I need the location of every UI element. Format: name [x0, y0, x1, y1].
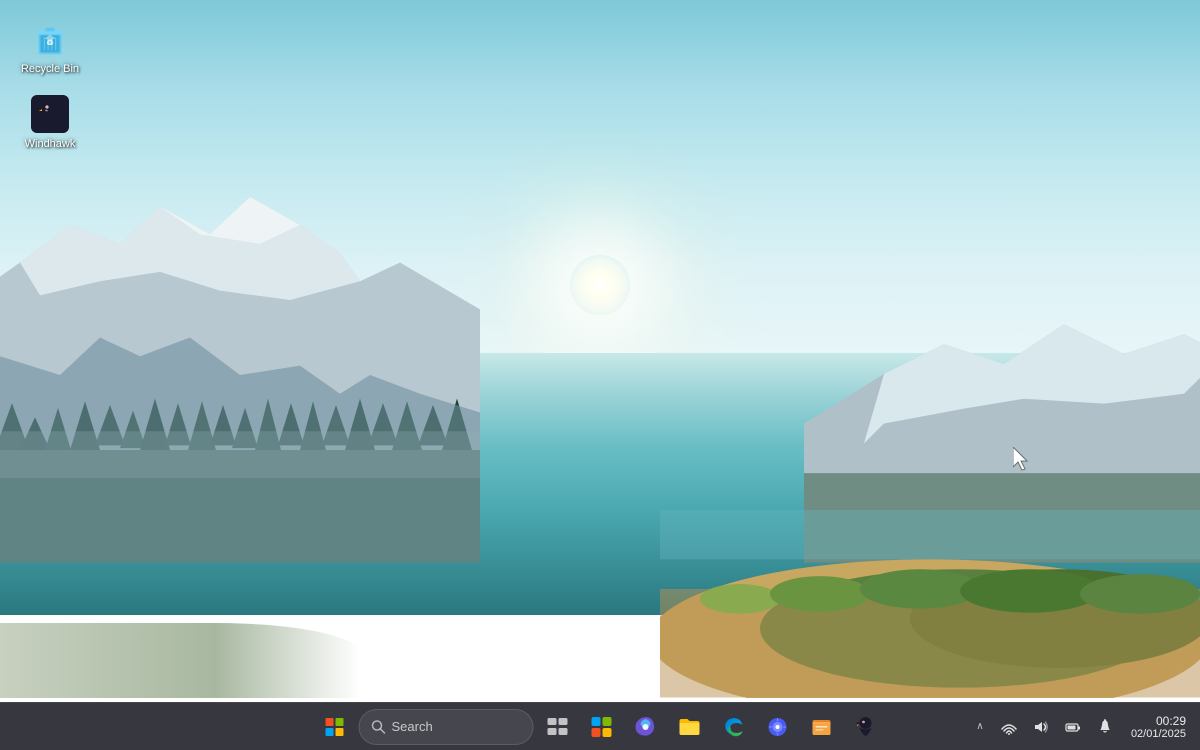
copilot2-icon	[766, 715, 790, 739]
widgets-icon	[590, 715, 614, 739]
search-icon	[372, 720, 386, 734]
clock-date: 02/01/2025	[1131, 728, 1186, 740]
search-label: Search	[392, 719, 433, 734]
windhawk-taskbar-icon	[854, 715, 878, 739]
network-icon-button[interactable]	[994, 709, 1024, 745]
win-tile-2	[336, 718, 344, 726]
shore-left	[0, 623, 360, 698]
notification-icon	[1097, 719, 1113, 735]
copilot-icon	[634, 715, 658, 739]
recycle-bin-image: ♻	[30, 19, 70, 59]
desktop: ♻ Recycle Bin	[0, 0, 1200, 750]
desktop-icons: ♻ Recycle Bin	[15, 15, 85, 155]
start-button[interactable]	[315, 707, 355, 747]
windhawk-taskbar-button[interactable]	[846, 707, 886, 747]
edge-icon	[722, 715, 746, 739]
sound-icon-button[interactable]	[1026, 709, 1056, 745]
show-hidden-icons-button[interactable]: ∧	[968, 709, 992, 745]
clock-time: 00:29	[1156, 714, 1186, 728]
marsh-grassland	[660, 510, 1200, 698]
file-explorer-icon	[678, 715, 702, 739]
taskbar-center: Search	[315, 707, 886, 747]
file-explorer-button[interactable]	[670, 707, 710, 747]
sound-icon	[1033, 719, 1049, 735]
files-button[interactable]	[802, 707, 842, 747]
recycle-bin-label: Recycle Bin	[21, 63, 79, 76]
mountain-left	[0, 150, 480, 563]
windhawk-label: Windhawk	[25, 138, 76, 151]
taskbar: Search	[0, 702, 1200, 750]
windhawk-image	[30, 94, 70, 134]
windows-logo	[326, 718, 344, 736]
datetime-button[interactable]: 00:29 02/01/2025	[1122, 707, 1192, 747]
battery-icon-button[interactable]	[1058, 709, 1088, 745]
chevron-up-icon: ∧	[976, 721, 983, 732]
recycle-bin-icon[interactable]: ♻ Recycle Bin	[15, 15, 85, 80]
system-tray: ∧	[968, 707, 1192, 747]
task-view-icon	[546, 715, 570, 739]
win-tile-4	[336, 728, 344, 736]
files-icon	[810, 715, 834, 739]
edge-button[interactable]	[714, 707, 754, 747]
network-icon	[1001, 719, 1017, 735]
search-bar[interactable]: Search	[359, 709, 534, 745]
copilot-button[interactable]	[626, 707, 666, 747]
notification-button[interactable]	[1090, 709, 1120, 745]
windhawk-desktop-icon[interactable]: Windhawk	[15, 90, 85, 155]
widgets-button[interactable]	[582, 707, 622, 747]
task-view-button[interactable]	[538, 707, 578, 747]
win-tile-1	[326, 718, 334, 726]
sun	[570, 255, 630, 315]
svg-text:♻: ♻	[46, 38, 54, 48]
battery-icon	[1065, 719, 1081, 735]
win-tile-3	[326, 728, 334, 736]
copilot2-button[interactable]	[758, 707, 798, 747]
